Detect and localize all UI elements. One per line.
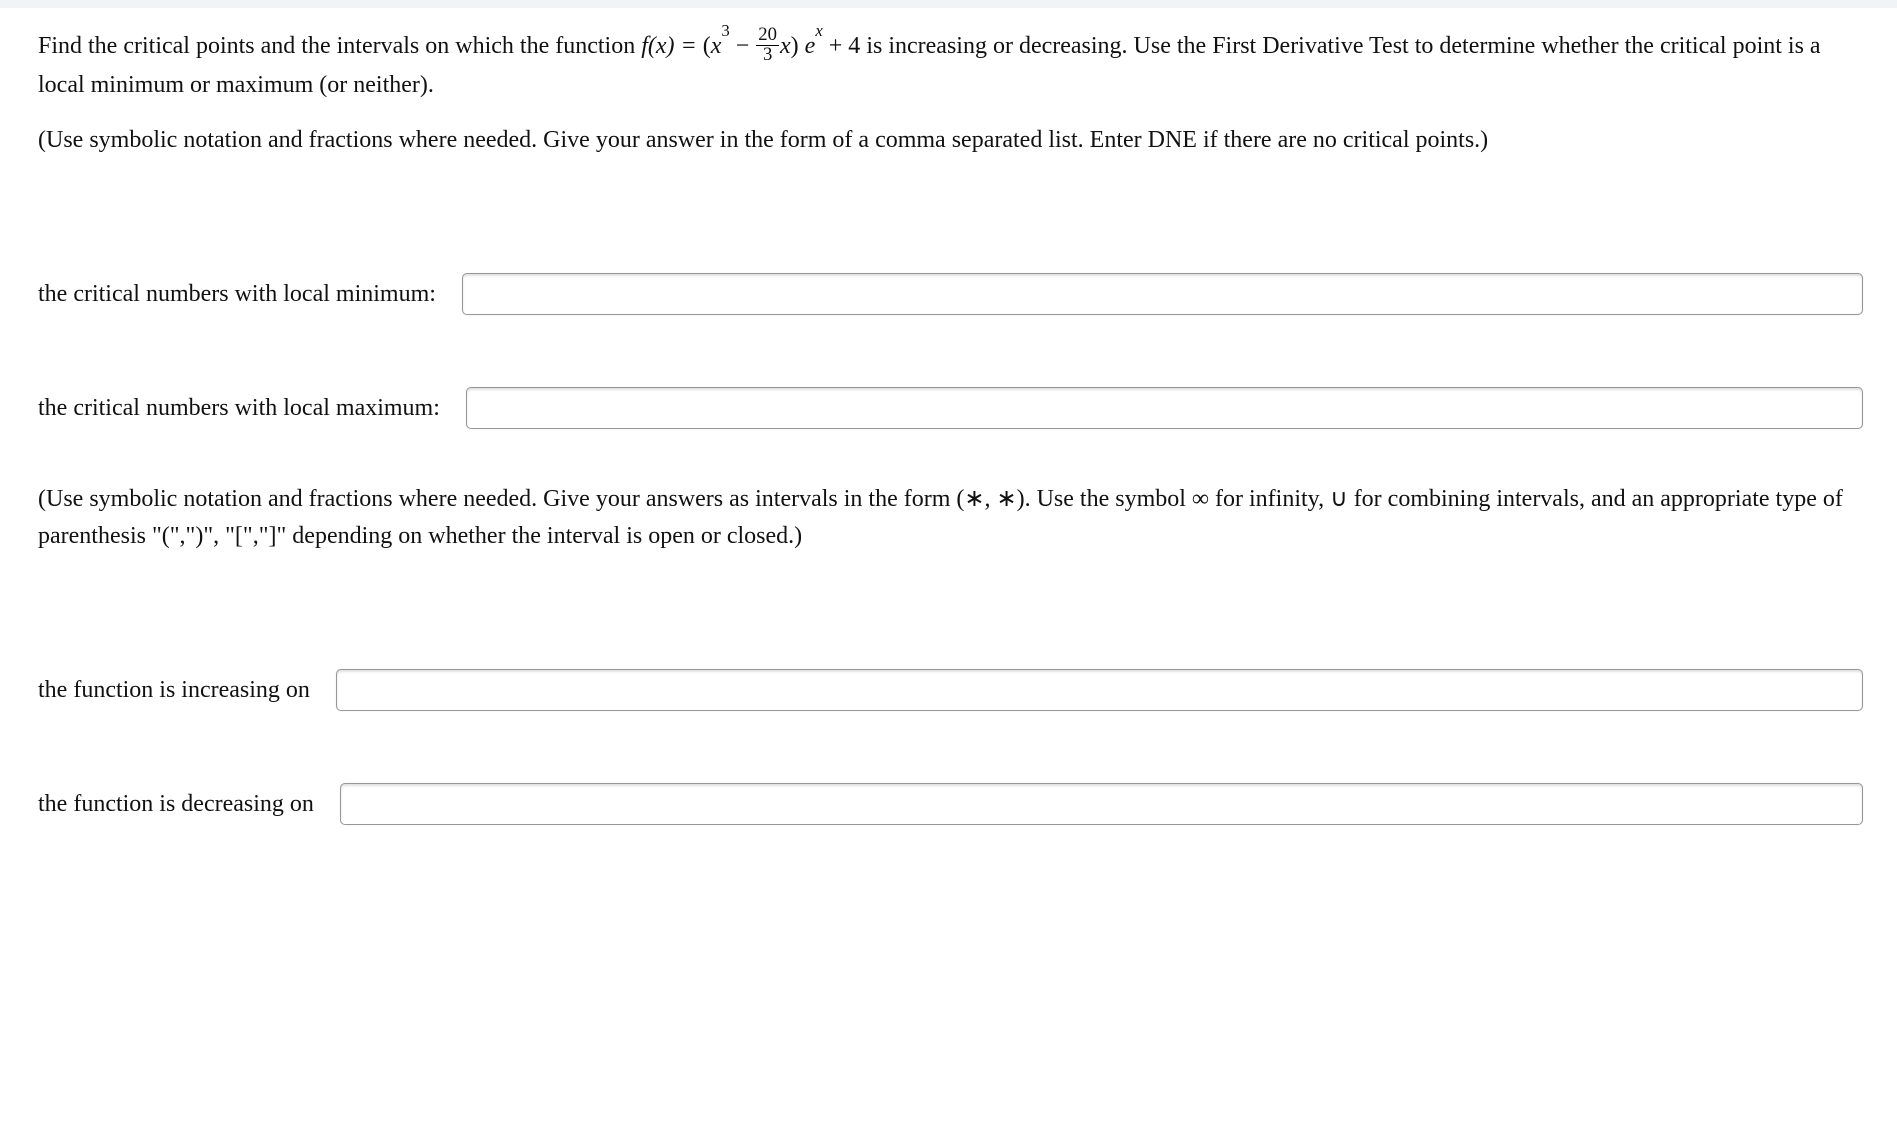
problem-statement: Find the critical points and the interva… — [38, 26, 1863, 104]
instruction-2: (Use symbolic notation and fractions whe… — [38, 481, 1863, 555]
expr-plus-4: + 4 — [823, 33, 861, 59]
expr-minus: − — [730, 33, 756, 59]
input-local-max[interactable] — [466, 387, 1863, 429]
label-local-max: the critical numbers with local maximum: — [38, 395, 466, 422]
page-root: Find the critical points and the interva… — [0, 0, 1897, 875]
content-area: Find the critical points and the interva… — [0, 8, 1897, 875]
label-increasing: the function is increasing on — [38, 677, 336, 704]
fraction-denominator: 3 — [756, 45, 779, 65]
input-decreasing[interactable] — [340, 783, 1863, 825]
input-increasing[interactable] — [336, 669, 1863, 711]
expr-x: x — [780, 33, 791, 59]
row-decreasing: the function is decreasing on — [38, 783, 1863, 825]
expr-x3-base: x — [711, 33, 722, 59]
input-local-min[interactable] — [462, 273, 1863, 315]
top-bar — [0, 0, 1897, 8]
spacer — [38, 177, 1863, 243]
expr-sup-3: 3 — [721, 21, 729, 40]
expr-e: e — [805, 33, 816, 59]
label-local-min: the critical numbers with local minimum: — [38, 281, 462, 308]
spacer-2 — [38, 577, 1863, 639]
expr-sup-x: x — [815, 21, 822, 40]
fraction-numerator: 20 — [756, 26, 779, 45]
row-increasing: the function is increasing on — [38, 669, 1863, 711]
problem-text-prefix: Find the critical points and the interva… — [38, 33, 641, 59]
expr-close: ) — [791, 33, 805, 59]
expr-fraction: 203 — [756, 26, 779, 64]
row-local-min: the critical numbers with local minimum: — [38, 273, 1863, 315]
fx-label: f(x) = — [641, 33, 703, 59]
instruction-1: (Use symbolic notation and fractions whe… — [38, 122, 1863, 159]
label-decreasing: the function is decreasing on — [38, 791, 340, 818]
expr-open: ( — [703, 33, 711, 59]
row-local-max: the critical numbers with local maximum: — [38, 387, 1863, 429]
